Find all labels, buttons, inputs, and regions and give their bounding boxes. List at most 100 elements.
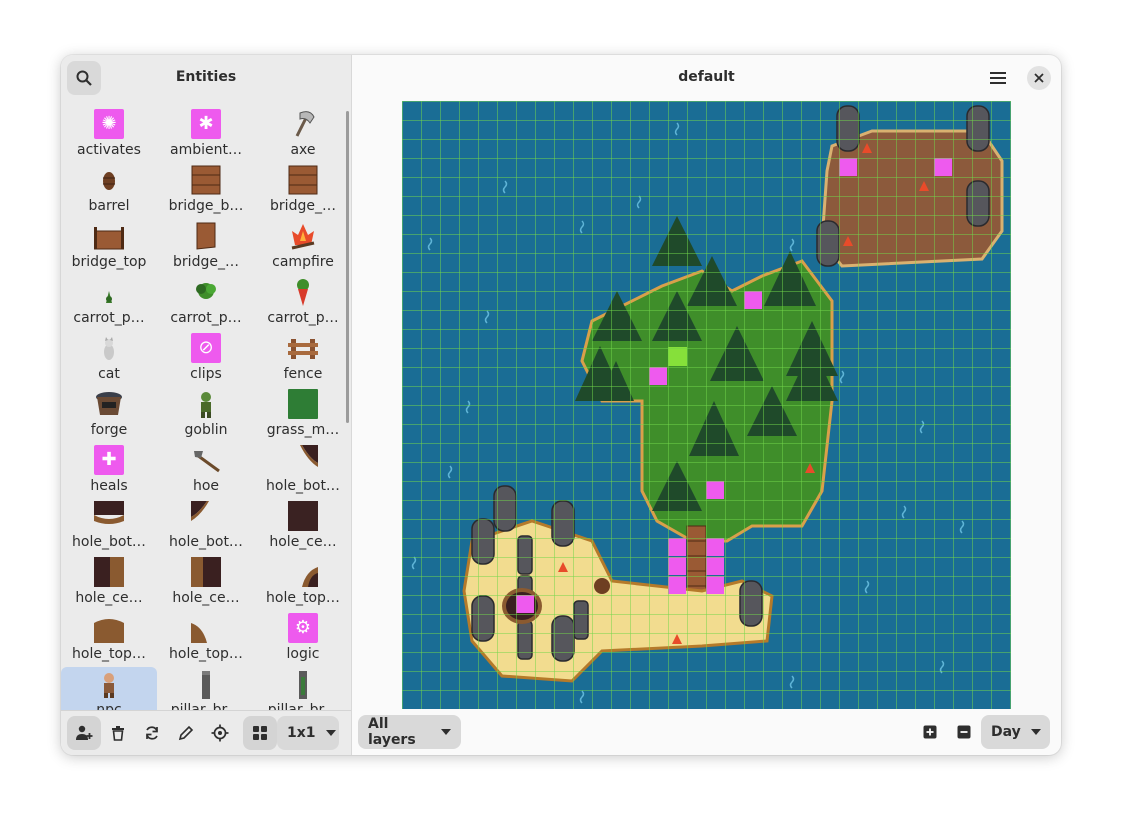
entity-label: cat	[98, 366, 120, 382]
grass-icon	[288, 389, 318, 419]
sidebar-header: Entities	[61, 55, 351, 101]
grid-toggle-button[interactable]	[243, 716, 277, 750]
entity-item-heals[interactable]: ✚ heals	[61, 443, 157, 497]
hole-top-icon	[191, 623, 207, 643]
entity-item-axe[interactable]: axe	[255, 107, 343, 161]
entity-label: heals	[90, 478, 128, 494]
zoom-in-button[interactable]	[918, 720, 942, 744]
entity-item-logic[interactable]: ⚙ logic	[255, 611, 343, 665]
entity-item-bridge[interactable]: bridge_…	[255, 163, 343, 217]
map-title: default	[678, 69, 735, 85]
entity-item-bridge-bottom[interactable]: bridge_b…	[158, 163, 254, 217]
entity-item-hole-top[interactable]: hole_top…	[255, 555, 343, 609]
entity-item-cat[interactable]: cat	[61, 331, 157, 385]
sidebar-title: Entities	[175, 69, 237, 85]
map-canvas[interactable]	[402, 101, 1011, 709]
entity-label: hole_bot…	[72, 534, 146, 550]
entity-label: barrel	[88, 198, 130, 214]
hamburger-icon	[990, 72, 1006, 84]
entities-sidebar: Entities ✺ activates ✱ ambient… axe barr…	[61, 55, 352, 755]
entity-label: grass_m…	[266, 422, 340, 438]
entity-label: clips	[190, 366, 222, 382]
crosshair-icon	[211, 724, 229, 742]
activates-icon: ✺	[94, 109, 124, 139]
rotate-icon	[146, 726, 158, 740]
map-toolbar: All layers Day	[352, 710, 1061, 755]
entity-item-forge[interactable]: forge	[61, 387, 157, 441]
entity-item-fence[interactable]: fence	[255, 331, 343, 385]
entity-label: bridge_top	[71, 254, 147, 270]
hole-bottom-icon	[300, 445, 318, 467]
bridge-icon	[288, 165, 318, 195]
bridge-side-icon	[196, 222, 216, 250]
entity-label: campfire	[272, 254, 334, 270]
barrel-icon	[103, 172, 115, 190]
entity-item-npc[interactable]: npc	[61, 667, 157, 710]
entity-item-goblin[interactable]: goblin	[158, 387, 254, 441]
ambient-icon: ✱	[191, 109, 221, 139]
entity-item-hole-bottom[interactable]: hole_bot…	[158, 499, 254, 553]
cat-icon	[104, 337, 114, 360]
layers-dropdown[interactable]: All layers	[358, 715, 461, 749]
entity-item-hoe[interactable]: hoe	[158, 443, 254, 497]
hole-bottom-icon	[94, 501, 124, 524]
entity-item-hole-center[interactable]: hole_ce…	[255, 499, 343, 553]
entity-item-ambient[interactable]: ✱ ambient…	[158, 107, 254, 161]
entity-label: carrot_p…	[170, 310, 242, 326]
zoom-in-icon	[923, 725, 937, 739]
entity-label: pillar_br…	[170, 702, 242, 710]
delete-button[interactable]	[101, 716, 135, 750]
entity-item-hole-top[interactable]: hole_top…	[158, 611, 254, 665]
map-view	[402, 101, 1011, 709]
hole-center-icon	[94, 557, 124, 587]
entity-label: hole_ce…	[269, 534, 337, 550]
close-button[interactable]	[1027, 66, 1051, 90]
time-of-day-dropdown[interactable]: Day	[981, 715, 1050, 749]
entity-item-carrot-sprout[interactable]: carrot_p…	[61, 275, 157, 329]
entity-label: logic	[286, 646, 320, 662]
goblin-icon	[201, 392, 211, 418]
hole-center-icon	[288, 501, 318, 531]
entity-item-hole-center[interactable]: hole_ce…	[61, 555, 157, 609]
zoom-out-button[interactable]	[952, 720, 976, 744]
layers-value: All layers	[368, 716, 416, 748]
entity-label: pillar_br…	[267, 702, 339, 710]
entity-label: carrot_p…	[267, 310, 339, 326]
entity-item-barrel[interactable]: barrel	[61, 163, 157, 217]
clips-icon: ⊘	[191, 333, 221, 363]
size-value: 1x1	[287, 725, 316, 741]
entity-item-bridge-top[interactable]: bridge_top	[61, 219, 157, 273]
entity-item-carrot-plant[interactable]: carrot_p…	[158, 275, 254, 329]
entity-item-campfire[interactable]: campfire	[255, 219, 343, 273]
rotate-button[interactable]	[135, 716, 169, 750]
entity-item-hole-top[interactable]: hole_top…	[61, 611, 157, 665]
entity-item-carrot-ripe[interactable]: carrot_p…	[255, 275, 343, 329]
entity-label: activates	[77, 142, 141, 158]
trash-icon	[112, 726, 124, 741]
entity-list-scrollbar[interactable]	[346, 111, 349, 423]
entity-item-clips[interactable]: ⊘ clips	[158, 331, 254, 385]
locate-button[interactable]	[203, 716, 237, 750]
entity-item-bridge-side[interactable]: bridge_…	[158, 219, 254, 273]
menu-button[interactable]	[981, 61, 1015, 95]
entity-item-grass[interactable]: grass_m…	[255, 387, 343, 441]
entity-item-pillar[interactable]: pillar_br…	[158, 667, 254, 710]
hole-top-icon	[94, 619, 124, 643]
heals-icon: ✚	[94, 445, 124, 475]
entity-item-hole-center[interactable]: hole_ce…	[158, 555, 254, 609]
tile-grid	[402, 101, 1011, 709]
size-dropdown[interactable]: 1x1	[277, 716, 339, 750]
logic-icon: ⚙	[288, 613, 318, 643]
map-panel: default All layers Day	[352, 55, 1061, 755]
entity-item-pillar[interactable]: pillar_br…	[255, 667, 343, 710]
add-entity-button[interactable]	[67, 716, 101, 750]
hoe-icon	[194, 451, 220, 473]
entity-item-activates[interactable]: ✺ activates	[61, 107, 157, 161]
forge-icon	[96, 392, 122, 415]
entity-item-hole-bottom[interactable]: hole_bot…	[255, 443, 343, 497]
edit-button[interactable]	[169, 716, 203, 750]
entity-item-hole-bottom[interactable]: hole_bot…	[61, 499, 157, 553]
sidebar-toolbar: 1x1	[61, 710, 351, 755]
bridge-top-icon	[94, 227, 124, 250]
carrot-plant-icon	[196, 283, 216, 299]
